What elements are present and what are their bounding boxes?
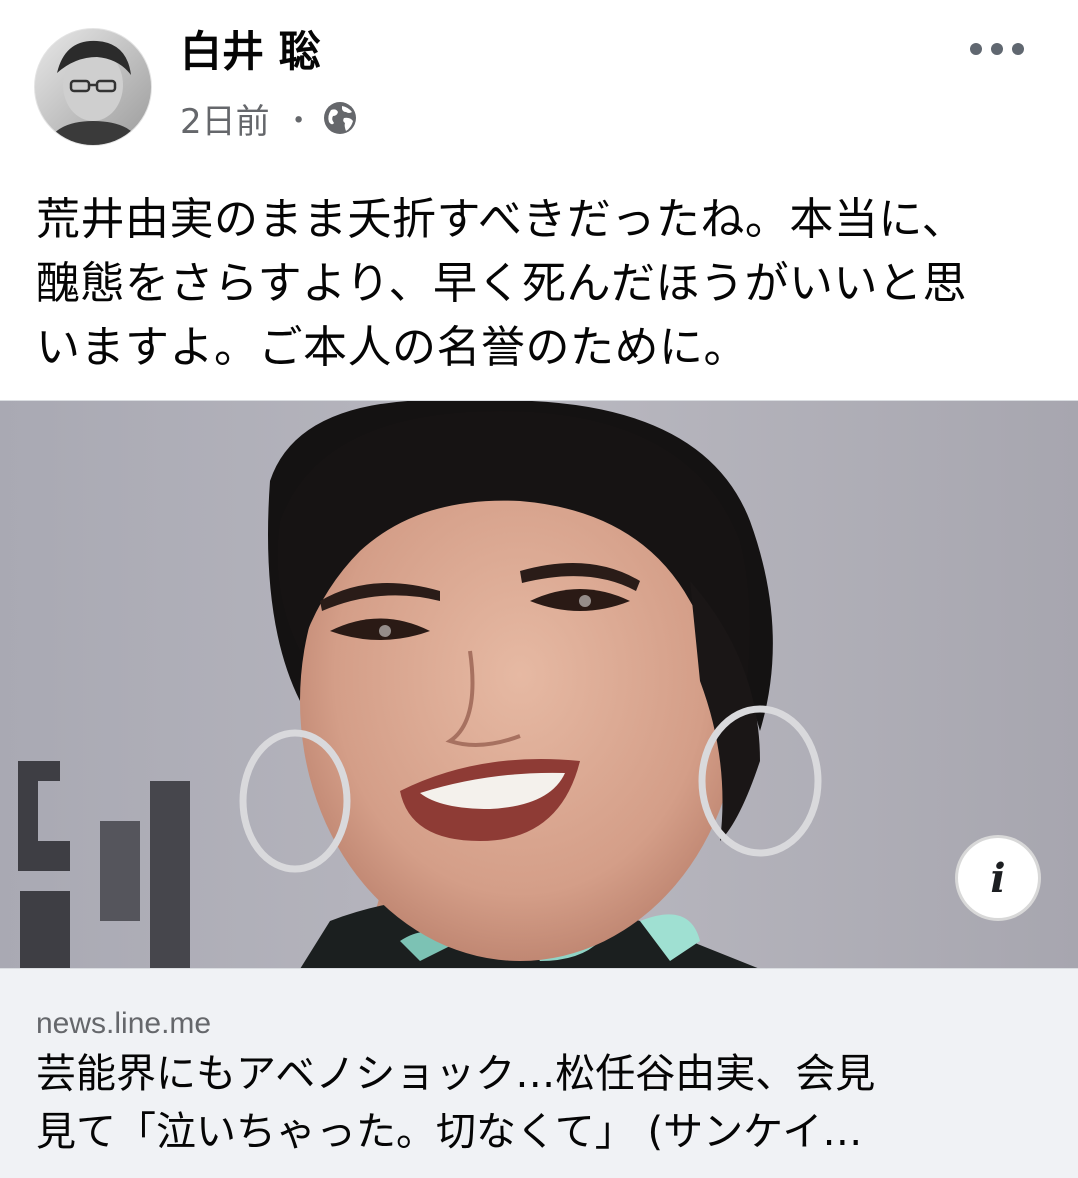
post-meta: 2日前 ・ xyxy=(180,94,358,143)
author-name[interactable]: 白井 聡 xyxy=(180,26,321,78)
globe-icon[interactable] xyxy=(322,100,358,136)
more-dot xyxy=(1012,43,1024,55)
post-text-line: 醜態をさらすより、早く死んだほうがいいと思 xyxy=(36,258,967,309)
link-domain: news.line.me xyxy=(36,1007,212,1040)
info-icon: i xyxy=(990,854,1006,902)
author-avatar[interactable] xyxy=(34,28,152,146)
more-options-button[interactable] xyxy=(970,34,1024,64)
meta-separator: ・ xyxy=(283,104,314,139)
post-text: 荒井由実のまま夭折すべきだったね。本当に、 醜態をさらすより、早く死んだほうがい… xyxy=(36,188,1046,380)
link-title-line: 見て「泣いちゃった。切なくて」 (サンケイ… xyxy=(36,1109,863,1155)
more-dot xyxy=(970,43,982,55)
link-preview-image[interactable] xyxy=(0,400,1078,968)
more-dot xyxy=(991,43,1003,55)
link-preview-card[interactable]: i news.line.me 芸能界にもアベノショック…松任谷由実、会見 見て「… xyxy=(0,400,1078,1178)
info-button[interactable]: i xyxy=(958,838,1038,918)
post-text-line: 荒井由実のまま夭折すべきだったね。本当に、 xyxy=(36,194,967,245)
post-timestamp[interactable]: 2日前 xyxy=(180,94,270,143)
link-title: 芸能界にもアベノショック…松任谷由実、会見 見て「泣いちゃった。切なくて」 (サ… xyxy=(36,1045,1046,1161)
post-card: 白井 聡 2日前 ・ 荒井由実のまま夭折すべきだったね。本当に、 醜態をさらすよ… xyxy=(0,0,1078,1178)
link-preview-footer[interactable]: news.line.me 芸能界にもアベノショック…松任谷由実、会見 見て「泣い… xyxy=(0,968,1078,1178)
link-title-line: 芸能界にもアベノショック…松任谷由実、会見 xyxy=(36,1051,876,1097)
post-text-line: いますよ。ご本人の名誉のために。 xyxy=(36,322,748,373)
